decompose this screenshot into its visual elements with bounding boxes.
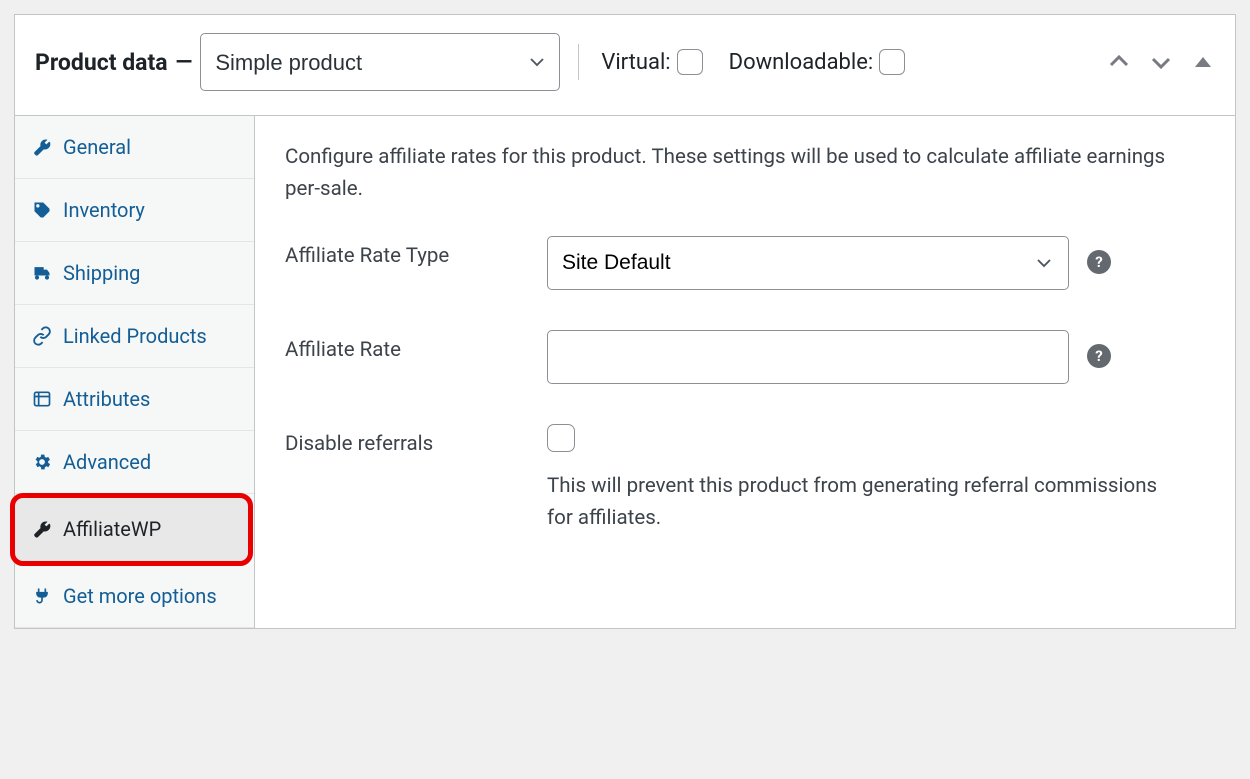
sidebar: General Inventory Shipping Linked Produc…: [15, 116, 255, 628]
header-separator: [578, 44, 579, 80]
sidebar-item-shipping[interactable]: Shipping: [15, 242, 254, 305]
link-icon: [31, 325, 53, 347]
virtual-label: Virtual:: [601, 50, 670, 75]
help-icon[interactable]: ?: [1087, 344, 1111, 368]
sidebar-item-general[interactable]: General: [15, 116, 254, 179]
panel-header-icons: [1107, 50, 1215, 74]
virtual-checkbox[interactable]: [677, 49, 703, 75]
plug-icon: [31, 585, 53, 607]
panel-body: General Inventory Shipping Linked Produc…: [15, 116, 1235, 628]
title-dash: —: [176, 50, 193, 75]
sidebar-item-label: Linked Products: [63, 323, 207, 349]
field-rate: Affiliate Rate ?: [285, 330, 1205, 384]
disable-referrals-control: This will prevent this product from gene…: [547, 424, 1167, 536]
sidebar-item-label: Advanced: [63, 449, 151, 475]
rate-type-select[interactable]: Site Default: [547, 236, 1069, 290]
sidebar-item-label: Attributes: [63, 386, 150, 412]
downloadable-group: Downloadable:: [729, 49, 906, 75]
sidebar-item-get-more-options[interactable]: Get more options: [15, 565, 254, 628]
list-icon: [31, 388, 53, 410]
sidebar-item-label: Inventory: [63, 197, 145, 223]
truck-icon: [31, 262, 53, 284]
rate-type-control: Site Default: [547, 236, 1069, 290]
sidebar-item-linked-products[interactable]: Linked Products: [15, 305, 254, 368]
panel-header: Product data — Simple product Virtual: D…: [15, 15, 1235, 116]
disable-referrals-description: This will prevent this product from gene…: [547, 470, 1167, 536]
wrench-icon: [31, 136, 53, 158]
sidebar-item-inventory[interactable]: Inventory: [15, 179, 254, 242]
virtual-group: Virtual:: [601, 49, 702, 75]
downloadable-checkbox[interactable]: [879, 49, 905, 75]
sidebar-item-affiliatewp[interactable]: AffiliateWP: [15, 498, 248, 561]
sidebar-item-attributes[interactable]: Attributes: [15, 368, 254, 431]
rate-type-label: Affiliate Rate Type: [285, 236, 547, 268]
rate-input[interactable]: [547, 330, 1069, 384]
sidebar-item-advanced[interactable]: Advanced: [15, 431, 254, 494]
product-type-select[interactable]: Simple product: [200, 33, 560, 91]
downloadable-label: Downloadable:: [729, 50, 874, 75]
rate-control: [547, 330, 1069, 384]
help-icon[interactable]: ?: [1087, 250, 1111, 274]
sidebar-item-label: Shipping: [63, 260, 140, 286]
field-rate-type: Affiliate Rate Type Site Default ?: [285, 236, 1205, 290]
disable-referrals-checkbox[interactable]: [547, 424, 575, 452]
sidebar-item-label: Get more options: [63, 583, 217, 609]
gear-icon: [31, 451, 53, 473]
caret-up-icon[interactable]: [1191, 50, 1215, 74]
intro-text: Configure affiliate rates for this produ…: [285, 142, 1205, 206]
disable-referrals-label: Disable referrals: [285, 424, 547, 456]
chevron-up-icon[interactable]: [1107, 50, 1131, 74]
sidebar-item-label: General: [63, 134, 131, 160]
product-data-panel: Product data — Simple product Virtual: D…: [14, 14, 1236, 629]
product-type-select-wrap: Simple product: [200, 33, 560, 91]
chevron-down-icon[interactable]: [1149, 50, 1173, 74]
tag-icon: [31, 199, 53, 221]
sidebar-item-label: AffiliateWP: [63, 516, 161, 542]
field-disable-referrals: Disable referrals This will prevent this…: [285, 424, 1205, 536]
content-pane: Configure affiliate rates for this produ…: [255, 116, 1235, 628]
panel-title-group: Product data — Simple product: [35, 33, 560, 91]
rate-label: Affiliate Rate: [285, 330, 547, 362]
panel-title: Product data: [35, 49, 168, 76]
wrench-icon: [31, 518, 53, 540]
